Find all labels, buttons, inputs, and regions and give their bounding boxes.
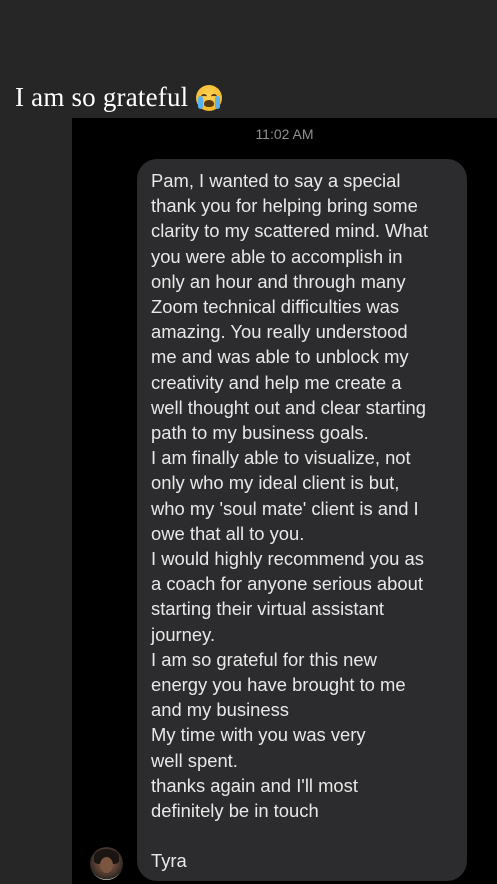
message-line: thanks again and I'll most [151,774,358,796]
message-line: you were able to accomplish in [151,245,403,267]
message-line: journey. [151,623,216,645]
message-line: who my 'soul mate' client is and I [151,497,419,519]
message-line: clarity to my scattered mind. What [151,220,428,242]
avatar[interactable] [90,847,123,880]
message-line: I would highly recommend you as [151,548,424,570]
message-line: Zoom technical difficulties was [151,296,400,318]
message-line: well thought out and clear starting [151,396,427,418]
message-line: owe that all to you. [151,522,305,544]
avatar-face [100,857,113,873]
message-line: I am so grateful for this new [151,648,377,670]
message-line: definitely be in touch [151,800,319,822]
message-line: creativity and help me create a [151,371,402,393]
message-line: only an hour and through many [151,270,406,292]
message-line: only who my ideal client is but, [151,472,400,494]
crying-face-icon [196,84,223,111]
message-line: I am finally able to visualize, not [151,447,411,469]
message-line: My time with you was very [151,724,366,746]
message-line: and my business [151,699,290,721]
caption-text: I am so grateful [15,82,189,112]
message-line: me and was able to unblock my [151,346,409,368]
message-line: energy you have brought to me [151,674,406,696]
message-line: amazing. You really understood [151,321,408,343]
story-caption: I am so grateful [15,82,223,113]
message-line: starting their virtual assistant [151,598,385,620]
message-screenshot: 11:02 AM Pam, I wanted to say a special … [72,118,497,884]
message-line: path to my business goals. [151,422,369,444]
message-line: thank you for helping bring some [151,195,418,217]
message-bubble: Pam, I wanted to say a special thank you… [137,159,467,881]
message-line: Pam, I wanted to say a special [151,170,401,191]
message-timestamp: 11:02 AM [255,126,314,142]
message-line: a coach for anyone serious about [151,573,423,595]
message-signature: Tyra [151,850,187,872]
message-line: well spent. [151,749,238,771]
